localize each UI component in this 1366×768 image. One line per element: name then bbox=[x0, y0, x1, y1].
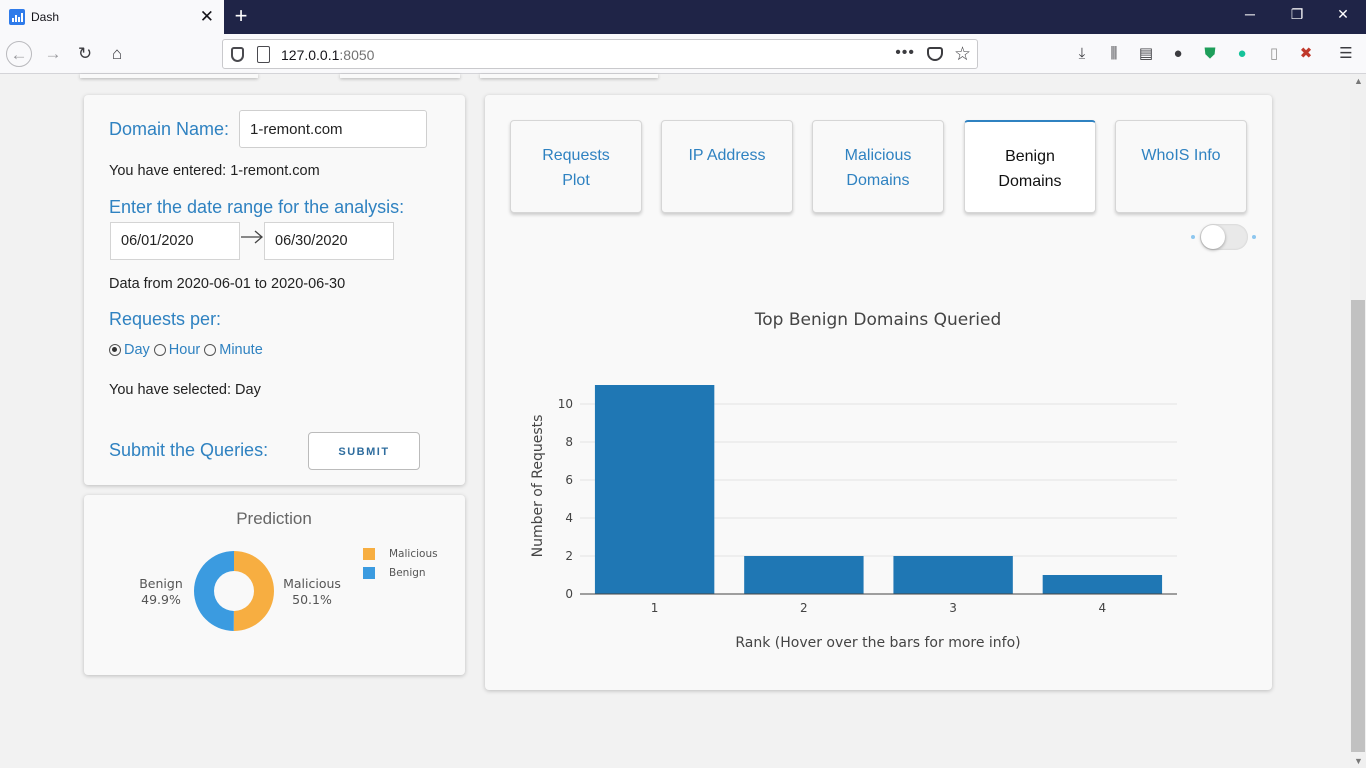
toggle-indicator-right bbox=[1252, 235, 1256, 239]
radio-day[interactable]: Day bbox=[109, 342, 150, 358]
pie-slice-benign[interactable] bbox=[193, 551, 234, 631]
chart-x-tick-label: 2 bbox=[800, 601, 808, 615]
domain-name-label: Domain Name: bbox=[109, 119, 230, 139]
radio-minute[interactable]: Minute bbox=[204, 342, 263, 358]
chart-title: Top Benign Domains Queried bbox=[754, 310, 1001, 330]
chart-y-tick-label: 2 bbox=[565, 549, 573, 563]
chart-bars bbox=[594, 385, 1163, 594]
tab-requests-plot[interactable]: Requests Plot bbox=[510, 120, 642, 213]
chart-y-tick-label: 0 bbox=[565, 587, 573, 601]
tab-ip-address[interactable]: IP Address bbox=[661, 120, 793, 213]
chart-bar-rank-2[interactable] bbox=[744, 556, 864, 594]
close-tab-icon[interactable]: ✕ bbox=[200, 8, 214, 25]
pie-label-benign: Benign 49.9% bbox=[139, 576, 183, 607]
legend-item-malicious[interactable]: Malicious bbox=[363, 548, 438, 560]
benign-domains-bar-chart: Top Benign Domains Queried 0246810 1234 … bbox=[530, 310, 1177, 651]
requests-per-label: Requests per: bbox=[109, 309, 222, 329]
new-tab-icon[interactable]: + bbox=[230, 5, 252, 27]
close-window-icon[interactable]: ✕ bbox=[1333, 6, 1353, 23]
scroll-down-icon[interactable]: ▼ bbox=[1354, 756, 1363, 766]
chart-y-ticks: 0 2 4 6 8 10 bbox=[558, 397, 573, 601]
tab-benign-domains[interactable]: Benign Domains bbox=[964, 120, 1096, 213]
date-range-label: Enter the date range for the analysis: bbox=[109, 197, 405, 217]
chart-x-tick-label: 1 bbox=[651, 601, 659, 615]
legend-swatch-malicious bbox=[363, 548, 375, 560]
selected-interval-text: You have selected: Day bbox=[109, 382, 261, 398]
domain-name-input[interactable]: 1-remont.com bbox=[239, 110, 427, 148]
chart-x-tick-label: 3 bbox=[949, 601, 957, 615]
end-date-input[interactable]: 06/30/2020 bbox=[264, 222, 394, 260]
radio-hour[interactable]: Hour bbox=[153, 342, 200, 358]
restore-icon[interactable]: ❐ bbox=[1287, 6, 1307, 23]
card-edge bbox=[340, 74, 460, 78]
chart-y-tick-label: 4 bbox=[565, 511, 573, 525]
url-bar[interactable]: 127.0.0.1:8050 ••• ☆ bbox=[222, 39, 978, 69]
date-arrow-icon bbox=[241, 230, 263, 244]
chart-y-axis-label: Number of Requests bbox=[530, 415, 546, 558]
card-edge bbox=[480, 74, 658, 78]
page-actions-icon[interactable]: ••• bbox=[895, 44, 915, 62]
chart-x-ticks: 1 2 3 4 bbox=[651, 601, 1106, 615]
prediction-title: Prediction bbox=[236, 509, 312, 528]
chart-y-tick-label: 8 bbox=[565, 435, 573, 449]
download-icon[interactable]: ⤓ bbox=[1072, 44, 1092, 64]
reload-icon[interactable]: ↻ bbox=[72, 41, 98, 67]
home-icon[interactable]: ⌂ bbox=[104, 41, 130, 67]
chart-y-tick-label: 10 bbox=[558, 397, 573, 411]
tab-malicious-domains[interactable]: Malicious Domains bbox=[812, 120, 944, 213]
requests-per-radio-group: Day Hour Minute bbox=[109, 342, 267, 358]
toggle-knob[interactable] bbox=[1201, 225, 1225, 249]
chart-x-tick-label: 4 bbox=[1099, 601, 1107, 615]
chart-x-axis-label: Rank (Hover over the bars for more info) bbox=[735, 635, 1020, 651]
menu-icon[interactable]: ☰ bbox=[1336, 44, 1356, 64]
grammarly-icon[interactable]: ● bbox=[1232, 44, 1252, 64]
toggle-indicator-left bbox=[1191, 235, 1195, 239]
submit-queries-label: Submit the Queries: bbox=[109, 440, 269, 460]
pocket-icon[interactable] bbox=[927, 47, 943, 61]
tracking-shield-icon[interactable] bbox=[231, 47, 244, 62]
forward-icon[interactable]: → bbox=[40, 41, 66, 67]
browser-titlebar: Dash ✕ + ─ ❐ ✕ bbox=[0, 0, 1366, 34]
sidebar-icon[interactable]: ▤ bbox=[1136, 44, 1156, 64]
minimize-icon[interactable]: ─ bbox=[1240, 6, 1260, 22]
start-date-input[interactable]: 06/01/2020 bbox=[110, 222, 240, 260]
browser-tab[interactable]: Dash ✕ bbox=[0, 0, 224, 34]
card-edge bbox=[80, 74, 258, 78]
chart-y-tick-label: 6 bbox=[565, 473, 573, 487]
tab-title: Dash bbox=[31, 10, 60, 24]
scroll-up-icon[interactable]: ▲ bbox=[1354, 76, 1363, 86]
chart-bar-rank-4[interactable] bbox=[1042, 575, 1163, 594]
browser-navbar: ← → ↻ ⌂ 127.0.0.1:8050 ••• ☆ ⤓ ⫼ ▤ ● ⛊ ●… bbox=[0, 34, 1366, 74]
prediction-donut-chart bbox=[193, 551, 274, 631]
pie-label-malicious: Malicious 50.1% bbox=[283, 576, 341, 607]
scroll-thumb[interactable] bbox=[1351, 300, 1365, 752]
document-icon[interactable]: ▯ bbox=[1264, 44, 1284, 64]
chart-bar-rank-3[interactable] bbox=[893, 556, 1013, 594]
chart-bar-rank-1[interactable] bbox=[594, 385, 715, 594]
pie-slice-malicious[interactable] bbox=[233, 551, 274, 631]
dash-favicon-icon bbox=[9, 9, 25, 25]
radio-hour-circle[interactable] bbox=[153, 344, 166, 356]
data-range-text: Data from 2020-06-01 to 2020-06-30 bbox=[109, 276, 346, 292]
extension-shield-icon[interactable]: ⛊ bbox=[1200, 44, 1220, 64]
legend-item-benign[interactable]: Benign bbox=[363, 567, 426, 579]
legend-swatch-benign bbox=[363, 567, 375, 579]
bookmark-star-icon[interactable]: ☆ bbox=[954, 43, 971, 66]
tab-whois-info[interactable]: WhoIS Info bbox=[1115, 120, 1247, 213]
radio-minute-circle[interactable] bbox=[204, 344, 217, 356]
url-text[interactable]: 127.0.0.1:8050 bbox=[281, 47, 374, 63]
submit-button[interactable]: SUBMIT bbox=[308, 432, 420, 470]
page-scrollbar[interactable]: ▲ ▼ bbox=[1350, 74, 1366, 768]
account-icon[interactable]: ● bbox=[1168, 44, 1188, 64]
library-icon[interactable]: ⫼ bbox=[1104, 44, 1124, 64]
radio-day-circle[interactable] bbox=[109, 344, 121, 356]
page-info-icon[interactable] bbox=[257, 46, 270, 63]
entered-domain-text: You have entered: 1-remont.com bbox=[109, 163, 320, 179]
tools-extension-icon[interactable]: ✖ bbox=[1296, 44, 1316, 64]
back-icon[interactable]: ← bbox=[6, 41, 32, 67]
